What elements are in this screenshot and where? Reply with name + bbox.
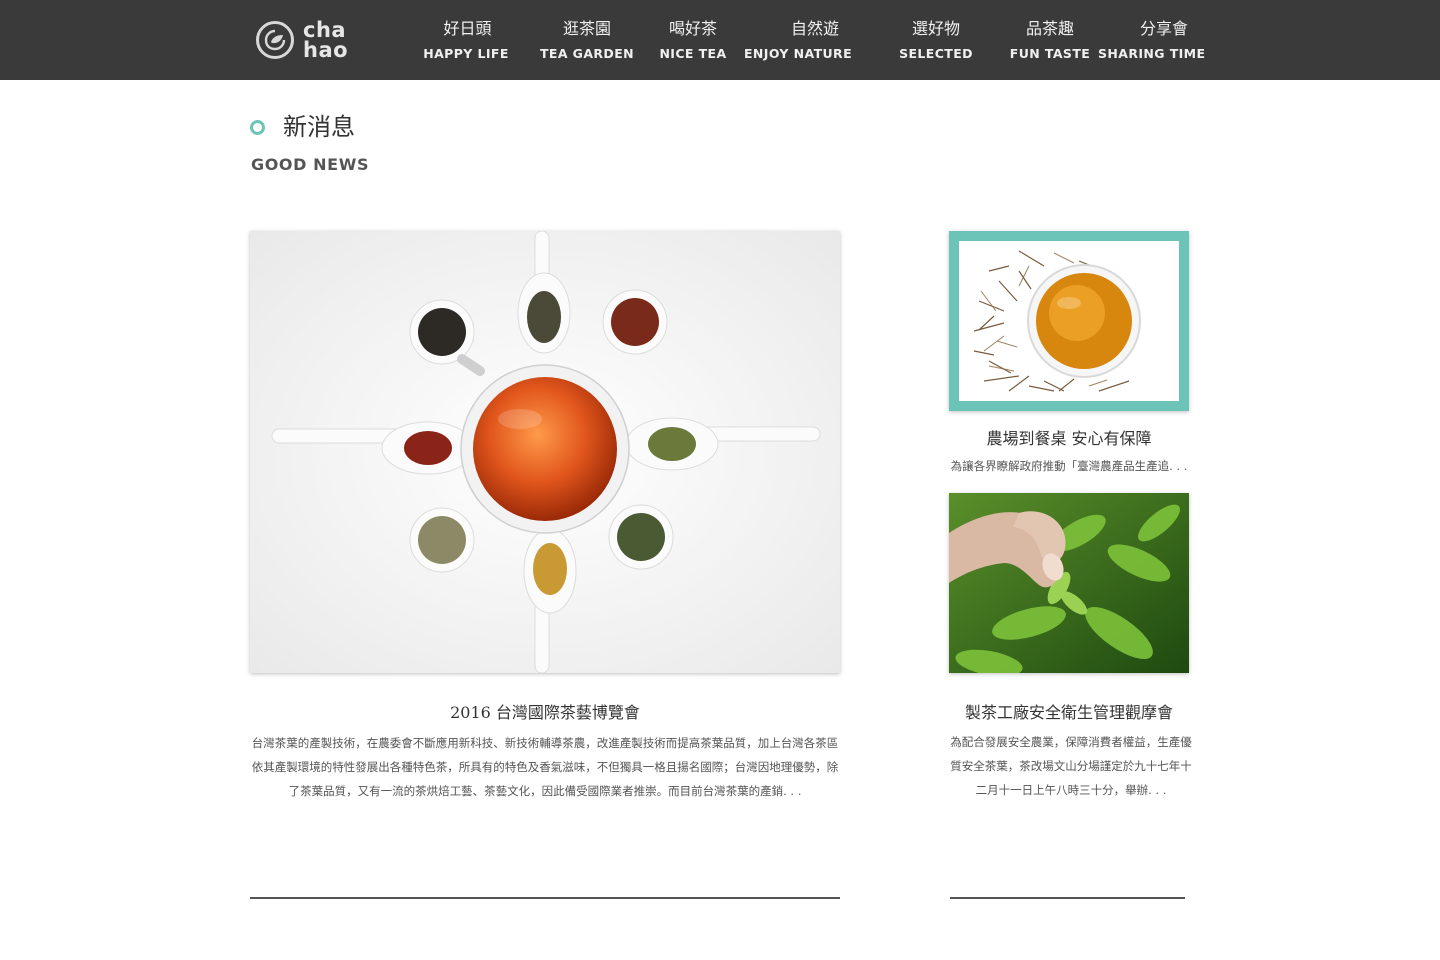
side-article-image-2[interactable] <box>949 493 1189 673</box>
main-nav: 好日頭 HAPPY LIFE 逛茶園 TEA GARDEN 喝好茶 NICE T… <box>0 0 1440 80</box>
section-title: 新消息 <box>283 113 355 141</box>
nav-item-happy-life[interactable]: 好日頭 HAPPY LIFE <box>420 18 512 66</box>
nav-label-zh: 喝好茶 <box>668 19 717 38</box>
divider-line-right <box>950 897 1185 899</box>
side-article-title-1[interactable]: 農場到餐桌 安心有保障 <box>940 427 1198 451</box>
side-article-image-1[interactable] <box>949 231 1189 411</box>
side-image-1-frame <box>959 241 1179 401</box>
nav-label-zh: 分享會 <box>1139 19 1188 38</box>
nav-item-selected[interactable]: 選好物 SELECTED <box>896 18 976 66</box>
side-article-title-2[interactable]: 製茶工廠安全衛生管理觀摩會 <box>940 701 1198 725</box>
side-article-excerpt-2: 為配合發展安全農業，保障消費者權益，生產優質安全茶葉，茶改場文山分場謹定於九十七… <box>950 735 1192 797</box>
section-subtitle: GOOD NEWS <box>251 155 370 174</box>
nav-label-en: SELECTED <box>899 46 973 61</box>
nav-label-en: ENJOY NATURE <box>743 46 853 61</box>
nav-item-fun-taste[interactable]: 品茶趣 FUN TASTE <box>1005 18 1095 66</box>
nav-label-en: FUN TASTE <box>1009 46 1091 61</box>
nav-label-en: TEA GARDEN <box>539 46 635 61</box>
nav-label-zh: 逛茶園 <box>562 19 611 38</box>
nav-label-zh: 好日頭 <box>443 19 492 38</box>
nav-label-en: SHARING TIME <box>1098 46 1206 61</box>
section-bullet-icon <box>250 120 265 135</box>
feature-article-image[interactable] <box>250 231 840 673</box>
nav-label-zh: 自然遊 <box>790 19 839 38</box>
nav-label-en: HAPPY LIFE <box>423 46 509 61</box>
nav-item-sharing-time[interactable]: 分享會 SHARING TIME <box>1098 18 1206 66</box>
nav-label-zh: 品茶趣 <box>1025 19 1074 38</box>
feature-article-title[interactable]: 2016 台灣國際茶藝博覽會 <box>250 701 840 725</box>
nav-item-enjoy-nature[interactable]: 自然遊 ENJOY NATURE <box>744 18 880 66</box>
top-navigation-bar: cha hao 好日頭 HAPPY LIFE 逛茶園 TEA GARDEN 喝好… <box>0 0 1440 80</box>
divider-line-left <box>250 897 840 899</box>
side-article-excerpt-1: 為讓各界瞭解政府推動「臺灣農產品生產追. . . <box>950 459 1188 473</box>
feature-article-excerpt: 台灣茶葉的產製技術，在農委會不斷應用新科技、新技術輔導茶農，改進產製技術而提高茶… <box>251 736 839 798</box>
nav-label-zh: 選好物 <box>911 19 960 38</box>
nav-item-tea-garden[interactable]: 逛茶園 TEA GARDEN <box>532 18 642 66</box>
